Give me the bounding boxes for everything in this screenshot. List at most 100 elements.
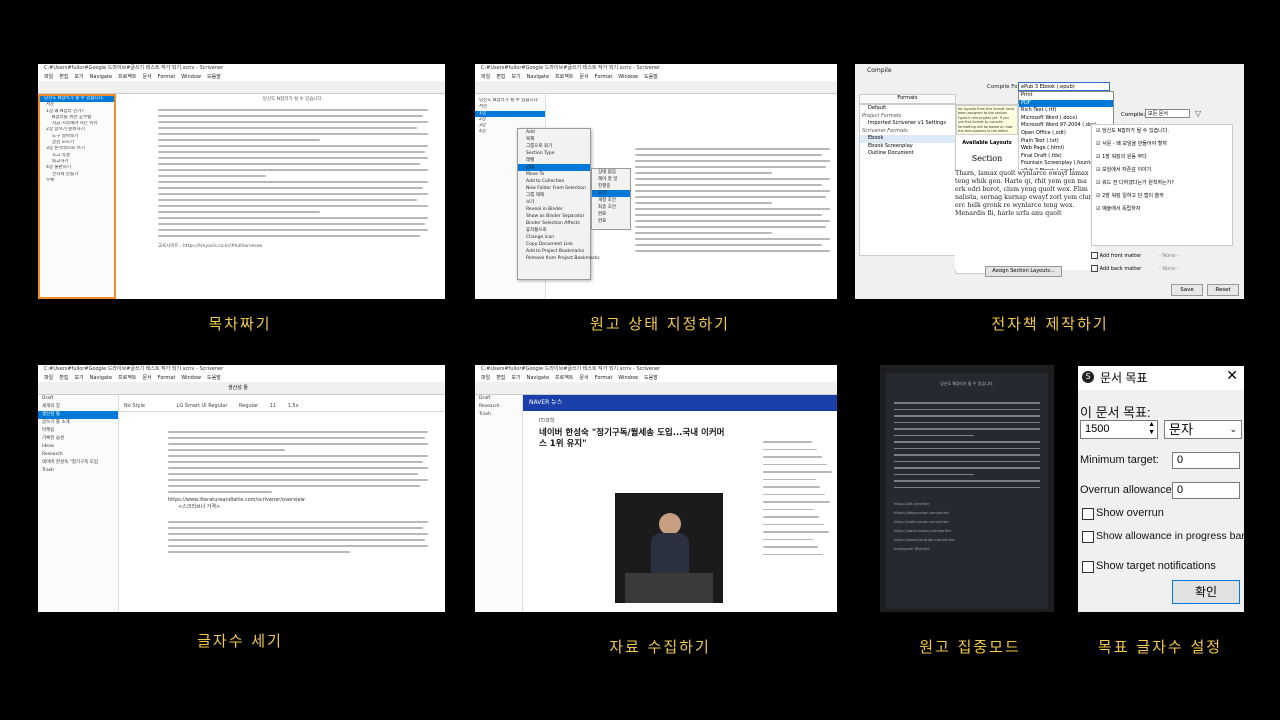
content-item[interactable]: ☑ 서문 - 왜 모임을 만들어야 할까 [1092, 138, 1232, 151]
menu-item[interactable]: Format [595, 74, 613, 80]
context-menu-item[interactable]: Add to Project Bookmarks [518, 248, 590, 255]
menu-item[interactable]: 파일 [481, 74, 490, 80]
content-list[interactable]: ☑ 당신도 N잡러가 될 수 있습니다. ☑ 서문 - 왜 모임을 만들어야 할까… [1091, 124, 1233, 246]
context-menu-item[interactable]: Move To [518, 171, 590, 178]
context-menu-item[interactable]: 휴지통으로 [518, 227, 590, 234]
menu-item[interactable]: 문서 [142, 375, 151, 381]
context-menu-item[interactable]: New Folder From Selection [518, 185, 590, 192]
status-option[interactable]: 완료 [592, 211, 630, 218]
spacing-select[interactable]: 1.5x [288, 403, 299, 409]
status-option[interactable]: 완료 [592, 218, 630, 225]
weight-select[interactable]: Regular [239, 403, 258, 409]
context-menu-item[interactable]: Reveal in Binder [518, 206, 590, 213]
context-menu-item[interactable]: 그룹 해제 [518, 192, 590, 199]
context-menu-item[interactable]: Change Icon [518, 234, 590, 241]
menu-item[interactable]: 도움말 [644, 74, 658, 80]
status-option[interactable]: 상태 없음 [592, 169, 630, 176]
front-matter-checkbox[interactable]: Add front matter - None - [1091, 252, 1179, 259]
spinner-icon[interactable]: ▲ ▼ [1148, 421, 1155, 437]
menu-item[interactable]: Navigate [90, 74, 112, 80]
format-group-item[interactable]: Imported Scrivener v1 Settings [860, 120, 955, 128]
binder-item[interactable]: Research [475, 403, 522, 411]
back-matter-checkbox[interactable]: Add back matter - None - [1091, 265, 1179, 272]
menu-item[interactable]: Window [618, 74, 638, 80]
context-menu-item[interactable]: Remove from Project Bookmarks [518, 255, 600, 262]
compile-for-select[interactable]: ePub 3 Ebook (.epub) [1018, 82, 1110, 91]
format-group-item[interactable]: Default [860, 105, 955, 113]
menu-item[interactable]: 편집 [59, 375, 68, 381]
style-select[interactable]: No Style [124, 403, 145, 409]
overview-url[interactable]: https://www.literatureandlatte.com/scriv… [168, 497, 428, 504]
document-editor[interactable] [635, 144, 830, 294]
format-group-item[interactable]: Ebook [860, 135, 955, 143]
menu-item[interactable]: Navigate [527, 74, 549, 80]
menu-item[interactable]: Format [158, 74, 176, 80]
size-select[interactable]: 11 [270, 403, 276, 409]
menu-item[interactable]: Window [181, 375, 201, 381]
web-page[interactable]: NAVER 뉴스 IT/과학 네이버 한성숙 "정기구독/월세송 도입...국내… [523, 395, 837, 612]
menu-item[interactable]: 보기 [74, 375, 83, 381]
menu-item[interactable]: 프로젝트 [555, 74, 573, 80]
binder-item[interactable]: 생산성 툴 [38, 411, 118, 419]
overrun-input[interactable]: 0 [1172, 482, 1240, 499]
binder-item[interactable]: Trash [38, 467, 118, 475]
context-menu-item[interactable]: Show as Binder Separator [518, 213, 590, 220]
compile-scope-select[interactable]: 모든 문서 [1145, 109, 1190, 118]
menu-item[interactable]: 프로젝트 [118, 375, 136, 381]
menu-item[interactable]: 편집 [496, 375, 505, 381]
format-group-item[interactable]: Ebook Screenplay [860, 143, 955, 151]
menu-item[interactable]: 파일 [44, 74, 53, 80]
content-item[interactable]: ☑ 2장 워킹 일하고 단 앱이 쓸까 [1092, 190, 1232, 203]
menu-item[interactable]: Window [181, 74, 201, 80]
menu-item[interactable]: 편집 [496, 74, 505, 80]
focus-page[interactable]: 당신도 N잡러가 될 수 있습니다. https://bit.ly/writer… [886, 373, 1048, 609]
binder-item[interactable]: Draft [38, 395, 118, 403]
binder-item[interactable]: 마케팅 [38, 427, 118, 435]
content-item[interactable]: ☑ 워드 전 다하겠다는가 원칙하는가? [1092, 177, 1232, 190]
context-menu-item[interactable]: 상태 [518, 164, 590, 171]
filter-icon[interactable]: ▽ [1195, 109, 1201, 118]
menu-item[interactable]: 문서 [579, 375, 588, 381]
binder-item[interactable]: Trash [475, 411, 522, 419]
status-option[interactable]: 진행중 [592, 183, 630, 190]
binder-item[interactable]: 부록 [40, 178, 114, 184]
context-menu-item[interactable]: 그룹으로 묶기 [518, 143, 590, 150]
status-option[interactable]: 초안 [592, 190, 630, 197]
menu-item[interactable]: Navigate [90, 375, 112, 381]
binder-item[interactable]: Draft [475, 395, 522, 403]
menu-item[interactable]: 프로젝트 [118, 74, 136, 80]
binder-item[interactable]: 세개의 장 [38, 403, 118, 411]
context-menu-item[interactable]: Add [518, 129, 590, 136]
context-menu-item[interactable]: 보기 [518, 199, 590, 206]
format-group-item[interactable]: Outline Document [860, 150, 955, 158]
format-option[interactable]: Rich Text (.rtf) [1019, 107, 1113, 115]
show-overrun-checkbox[interactable] [1082, 508, 1094, 520]
binder-item[interactable]: Research [38, 451, 118, 459]
show-allowance-checkbox[interactable] [1082, 531, 1094, 543]
save-button[interactable]: Save [1171, 284, 1203, 296]
font-select[interactable]: LG Smart UI Regular [177, 403, 228, 409]
menu-item[interactable]: 프로젝트 [555, 375, 573, 381]
ok-button[interactable]: 확인 [1172, 580, 1240, 604]
menu-item[interactable]: 문서 [142, 74, 151, 80]
menu-item[interactable]: Navigate [527, 375, 549, 381]
menu-item[interactable]: 편집 [59, 74, 68, 80]
status-option[interactable]: 해야 할 일 [592, 176, 630, 183]
show-notifications-checkbox[interactable] [1082, 561, 1094, 573]
assign-layouts-button[interactable]: Assign Section Layouts... [985, 266, 1062, 277]
document-editor[interactable]: 당신도 N잡러가 될 수 있습니다. 교육사이트 : https://tmyac… [158, 96, 428, 291]
menu-item[interactable]: 파일 [481, 375, 490, 381]
context-menu-item[interactable]: Section Type [518, 150, 590, 157]
context-menu-item[interactable]: Binder Selection Affects [518, 220, 590, 227]
content-item[interactable]: ☑ 1장 워킹의 원동 무다 [1092, 151, 1232, 164]
context-menu-item[interactable]: Add to Collection [518, 178, 590, 185]
goal-input[interactable]: 1500 ▲ ▼ [1080, 420, 1158, 439]
menu-item[interactable]: 파일 [44, 375, 53, 381]
document-editor[interactable]: https://www.literatureandlatte.com/scriv… [168, 427, 428, 607]
menu-item[interactable]: 보기 [511, 375, 520, 381]
context-menu-item[interactable]: 레벨 [518, 157, 590, 164]
menu-item[interactable]: 도움말 [207, 74, 221, 80]
binder-item[interactable]: 네이버 한성숙 "정기구독 도입 [38, 459, 118, 467]
content-item[interactable]: ☑ 모임에서 자존감 이야기 [1092, 164, 1232, 177]
context-menu-item[interactable]: Copy Document Link [518, 241, 590, 248]
